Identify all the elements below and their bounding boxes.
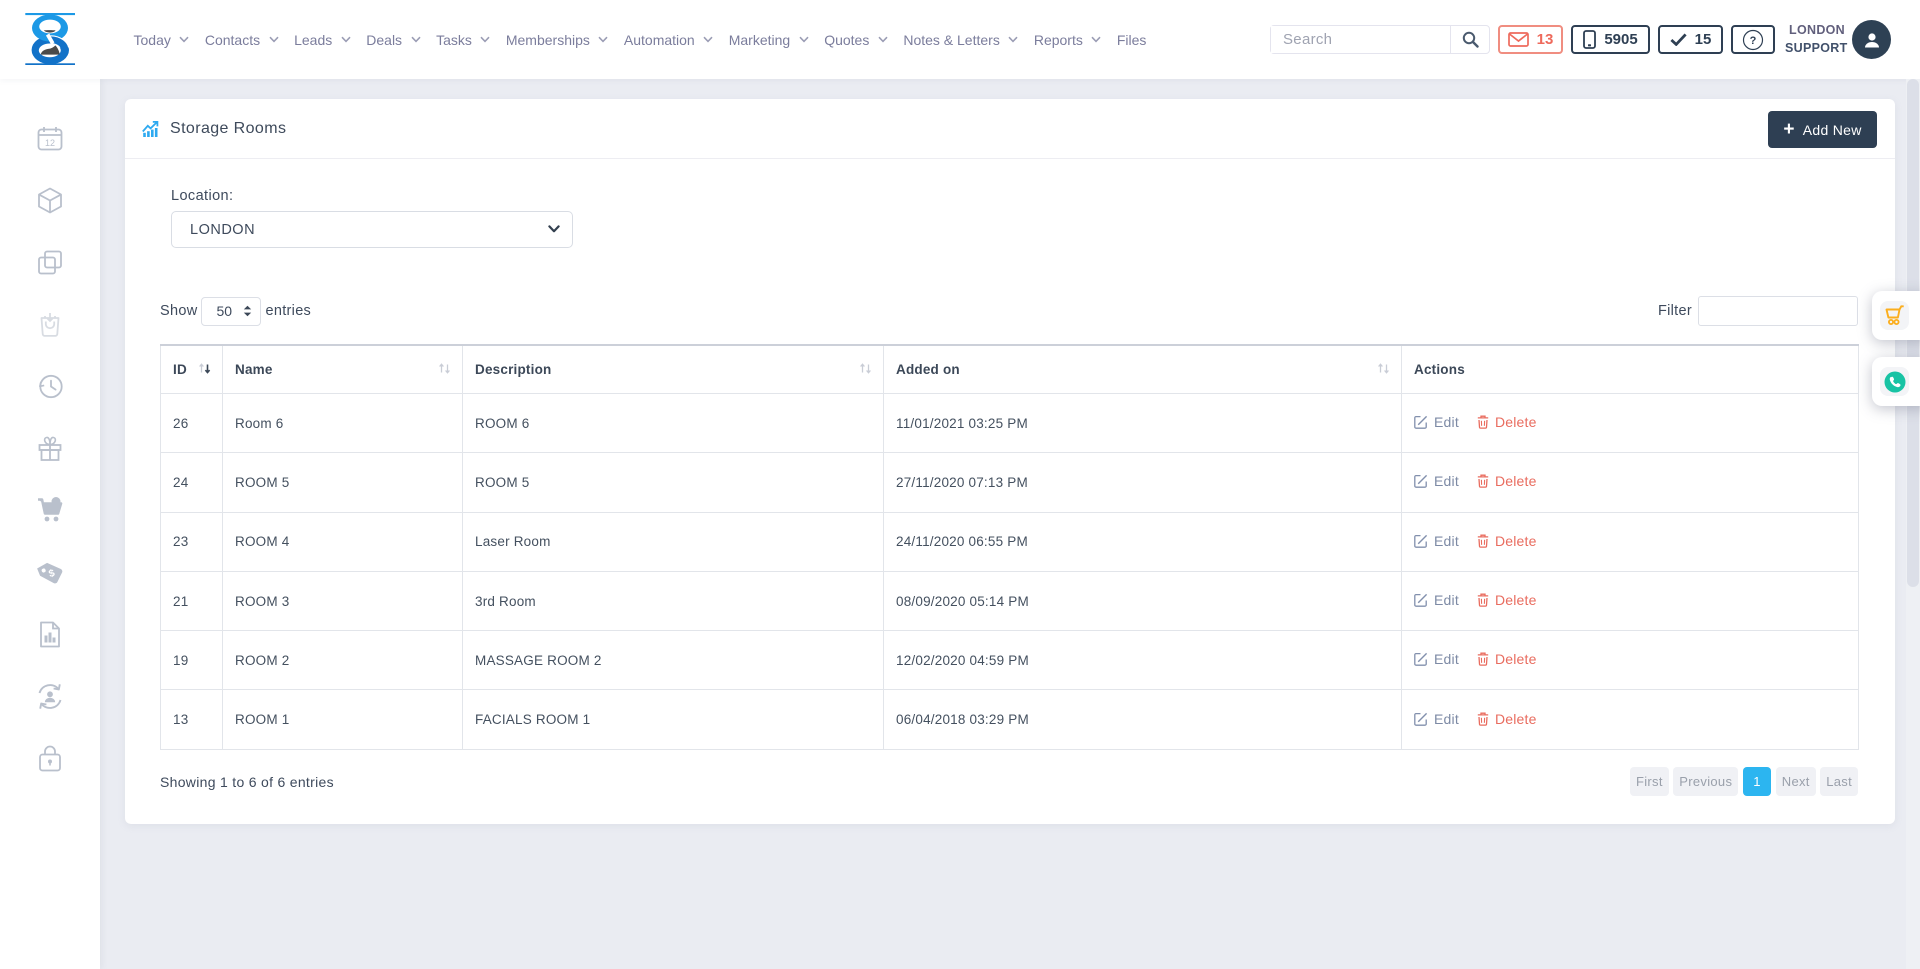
svg-text:12: 12 [45,138,55,148]
svg-text:?: ? [1750,35,1757,47]
